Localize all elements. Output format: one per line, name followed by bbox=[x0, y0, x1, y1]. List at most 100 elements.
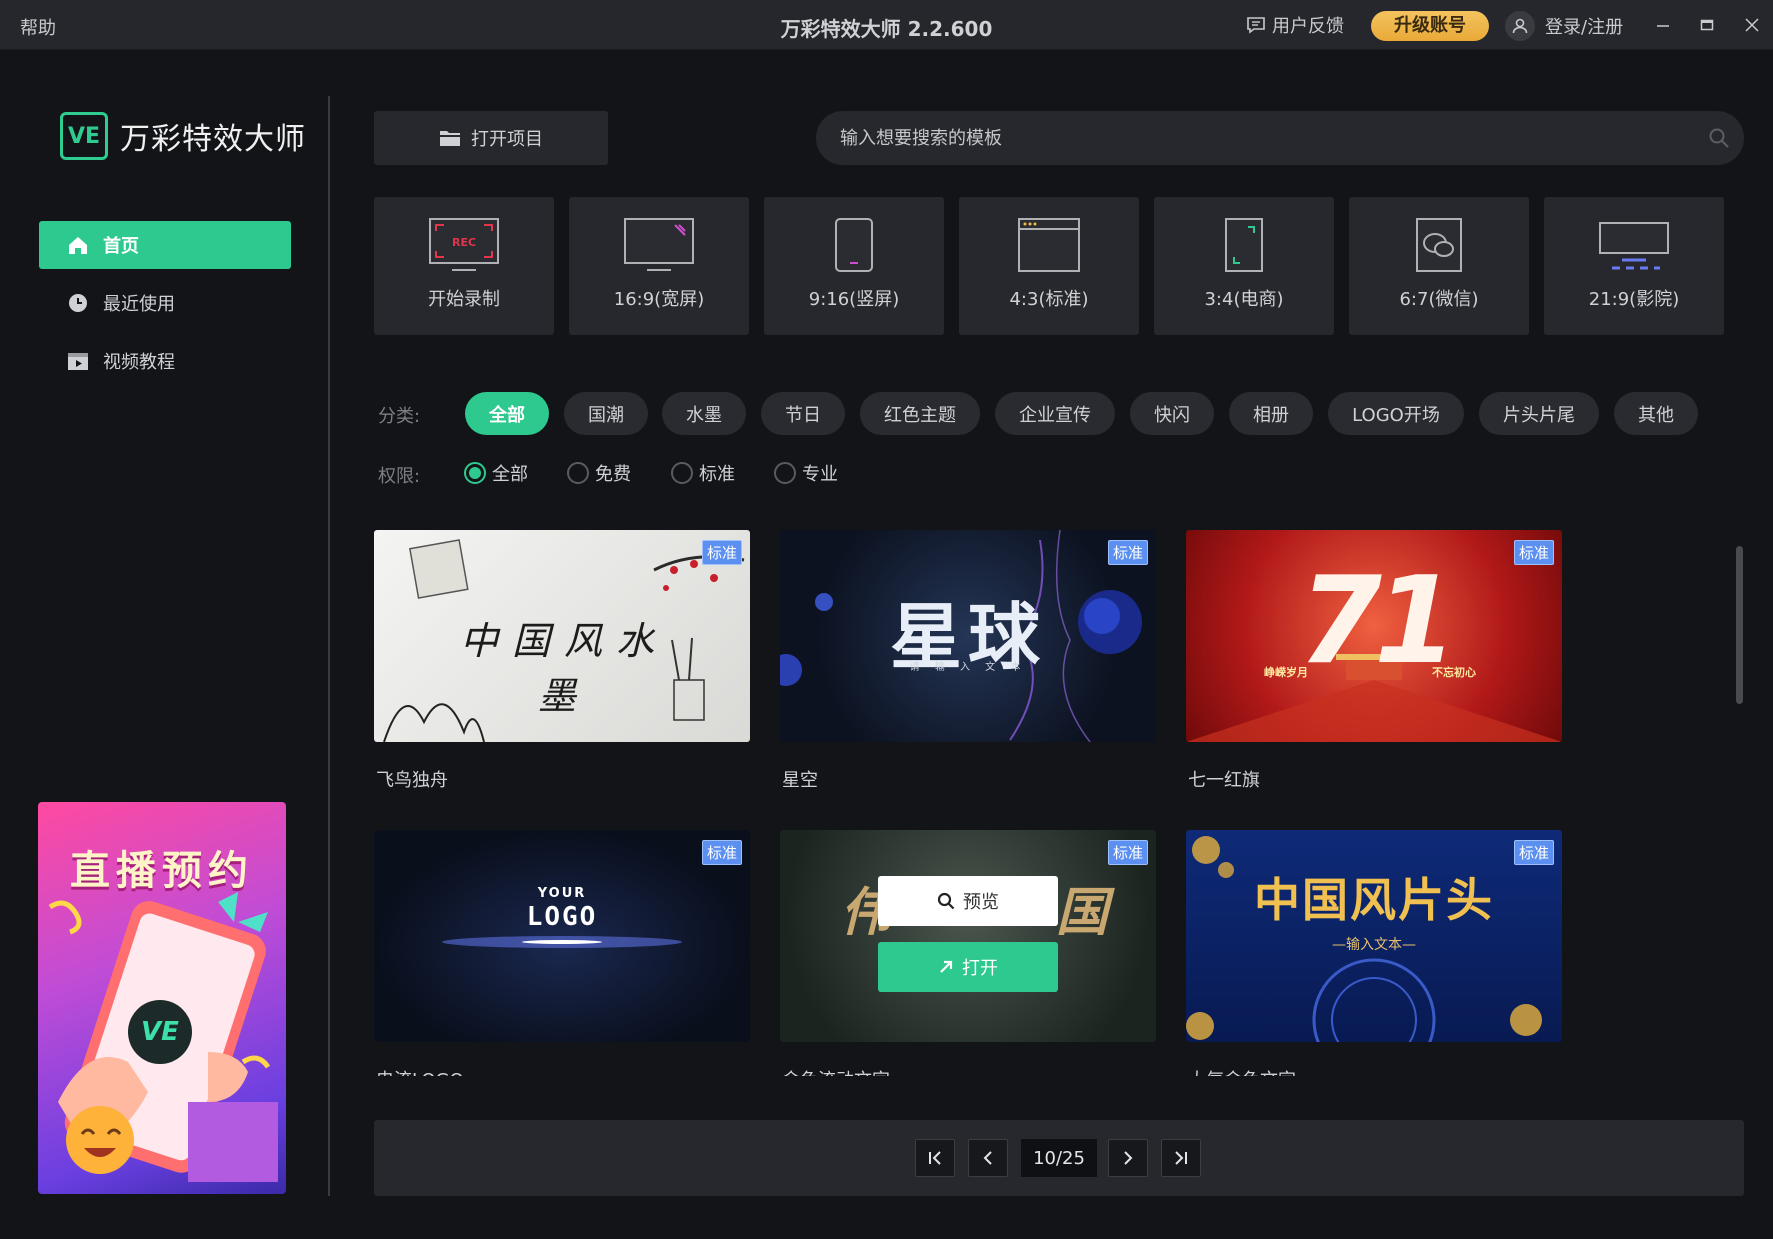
sidebar-item-recent[interactable]: 最近使用 bbox=[39, 279, 291, 327]
radio-dot bbox=[567, 462, 589, 484]
template-thumbnail[interactable]: 71 峥嵘岁月 不忘初心 标准 bbox=[1186, 530, 1562, 742]
preview-button[interactable]: 预览 bbox=[878, 876, 1058, 926]
close-button[interactable] bbox=[1737, 10, 1767, 40]
chip-ink[interactable]: 水墨 bbox=[662, 392, 746, 435]
maximize-button[interactable] bbox=[1692, 10, 1722, 40]
search-input[interactable] bbox=[840, 111, 1680, 165]
open-template-button[interactable]: 打开 bbox=[878, 942, 1058, 992]
tier-badge: 标准 bbox=[1107, 540, 1148, 565]
ratio-16-9-card[interactable]: 16:9(宽屏) bbox=[569, 197, 749, 335]
maximize-icon bbox=[1700, 19, 1714, 31]
feedback-button[interactable]: 用户反馈 bbox=[1246, 12, 1344, 38]
first-page-icon bbox=[929, 1151, 941, 1165]
ratio-6-7-card[interactable]: 6:7(微信) bbox=[1349, 197, 1529, 335]
sidebar-item-home[interactable]: 首页 bbox=[39, 221, 291, 269]
radio-dot bbox=[774, 462, 796, 484]
template-thumbnail[interactable]: 星球 请 输 入 文 本 标准 bbox=[780, 530, 1156, 742]
open-label: 打开 bbox=[962, 958, 998, 979]
thumbnail-text: 中国风片头 bbox=[1254, 873, 1494, 927]
chip-red-theme[interactable]: 红色主题 bbox=[860, 392, 980, 435]
preview-label: 预览 bbox=[963, 892, 999, 913]
chip-corporate[interactable]: 企业宣传 bbox=[995, 392, 1115, 435]
promo-ve-badge: VE bbox=[141, 1017, 179, 1047]
hover-actions: 预览 打开 bbox=[780, 830, 1156, 1042]
logo-text: 万彩特效大师 bbox=[120, 122, 306, 157]
minimize-button[interactable] bbox=[1648, 10, 1678, 40]
live-booking-banner[interactable]: 直播预约 VE bbox=[38, 802, 286, 1194]
ratio-label: 6:7(微信) bbox=[1399, 289, 1479, 310]
chip-holiday[interactable]: 节日 bbox=[761, 392, 845, 435]
sidebar-item-label: 最近使用 bbox=[103, 294, 175, 315]
open-project-button[interactable]: 打开项目 bbox=[374, 111, 608, 165]
chip-flash[interactable]: 快闪 bbox=[1130, 392, 1214, 435]
ratio-label: 4:3(标准) bbox=[1009, 289, 1089, 310]
ratio-3-4-card[interactable]: 3:4(电商) bbox=[1154, 197, 1334, 335]
ratio-label: 9:16(竖屏) bbox=[808, 289, 900, 310]
sidebar-divider bbox=[328, 96, 330, 1196]
template-name: 金色流动文字 bbox=[782, 1066, 890, 1076]
last-page-icon bbox=[1175, 1151, 1187, 1165]
wechat-icon bbox=[1349, 217, 1529, 273]
template-thumbnail[interactable]: YOUR LOGO 标准 bbox=[374, 830, 750, 1042]
radio-pro[interactable]: 专业 bbox=[774, 460, 838, 486]
tier-badge: 标准 bbox=[1107, 840, 1148, 865]
template-thumbnail[interactable]: 中国风片头 —输入文本— 标准 bbox=[1186, 830, 1562, 1042]
radio-standard[interactable]: 标准 bbox=[671, 460, 735, 486]
next-page-button[interactable] bbox=[1108, 1139, 1148, 1177]
template-grid: 中国风水墨 标准 飞鸟独舟 星球 请 输 入 文 本 标准 星空 71 峥嵘岁月 bbox=[374, 530, 1714, 1076]
start-recording-card[interactable]: REC 开始录制 bbox=[374, 197, 554, 335]
ratio-label: 3:4(电商) bbox=[1204, 289, 1284, 310]
clock-icon bbox=[69, 294, 87, 312]
video-tutorial-icon bbox=[68, 353, 88, 370]
thumbnail-subtext: 请 输 入 文 本 bbox=[909, 662, 1027, 673]
widescreen-icon bbox=[569, 217, 749, 273]
ratio-4-3-card[interactable]: 4:3(标准) bbox=[959, 197, 1139, 335]
tier-badge: 标准 bbox=[701, 540, 742, 565]
chip-guochao[interactable]: 国潮 bbox=[564, 392, 648, 435]
phone-illustration bbox=[48, 892, 278, 1182]
radio-dot bbox=[671, 462, 693, 484]
arrow-up-right-icon bbox=[940, 960, 953, 973]
chip-logo-intro[interactable]: LOGO开场 bbox=[1328, 392, 1464, 435]
help-menu[interactable]: 帮助 bbox=[20, 14, 56, 40]
folder-icon bbox=[440, 131, 460, 146]
thumbnail-caption-right: 不忘初心 bbox=[1432, 666, 1476, 679]
last-page-button[interactable] bbox=[1161, 1139, 1201, 1177]
minimize-icon bbox=[1657, 25, 1669, 27]
thumbnail-text: 中国风水墨 bbox=[459, 619, 668, 718]
thumbnail-text: 71 bbox=[1298, 552, 1458, 691]
chip-album[interactable]: 相册 bbox=[1229, 392, 1313, 435]
login-button[interactable]: 登录/注册 bbox=[1505, 11, 1623, 41]
chip-other[interactable]: 其他 bbox=[1614, 392, 1698, 435]
chip-intro-outro[interactable]: 片头片尾 bbox=[1479, 392, 1599, 435]
ratio-label: 开始录制 bbox=[428, 289, 500, 310]
radio-all[interactable]: 全部 bbox=[464, 460, 528, 486]
radio-label: 专业 bbox=[802, 464, 838, 485]
chevron-right-icon bbox=[1124, 1151, 1133, 1165]
pagination: 10/25 bbox=[374, 1120, 1744, 1196]
template-name: 飞鸟独舟 bbox=[376, 770, 448, 791]
tier-badge: 标准 bbox=[701, 840, 742, 865]
portrait-icon bbox=[764, 217, 944, 273]
prev-page-button[interactable] bbox=[968, 1139, 1008, 1177]
ratio-21-9-card[interactable]: 21:9(影院) bbox=[1544, 197, 1724, 335]
sidebar-item-tutorials[interactable]: 视频教程 bbox=[39, 337, 291, 385]
template-search bbox=[816, 111, 1744, 165]
first-page-button[interactable] bbox=[915, 1139, 955, 1177]
ratio-label: 16:9(宽屏) bbox=[613, 289, 705, 310]
template-name: 电流LOGO bbox=[376, 1066, 464, 1076]
logo-mark: VE bbox=[60, 112, 108, 160]
chip-all[interactable]: 全部 bbox=[465, 392, 549, 435]
open-project-label: 打开项目 bbox=[471, 129, 543, 150]
template-thumbnail[interactable]: 中国风水墨 标准 bbox=[374, 530, 750, 742]
thumbnail-caption-left: 峥嵘岁月 bbox=[1264, 666, 1308, 679]
template-name: 大气金色文字 bbox=[1188, 1066, 1296, 1076]
ratio-9-16-card[interactable]: 9:16(竖屏) bbox=[764, 197, 944, 335]
sidebar-item-label: 视频教程 bbox=[103, 352, 175, 373]
template-thumbnail[interactable]: 伟 国 预览 打开 标准 bbox=[780, 830, 1156, 1042]
thumbnail-subtext: —输入文本— bbox=[1332, 937, 1416, 953]
upgrade-account-button[interactable]: 升级账号 bbox=[1371, 11, 1489, 41]
scrollbar-thumb[interactable] bbox=[1736, 546, 1743, 704]
radio-free[interactable]: 免费 bbox=[567, 460, 631, 486]
search-icon[interactable] bbox=[1708, 127, 1730, 149]
